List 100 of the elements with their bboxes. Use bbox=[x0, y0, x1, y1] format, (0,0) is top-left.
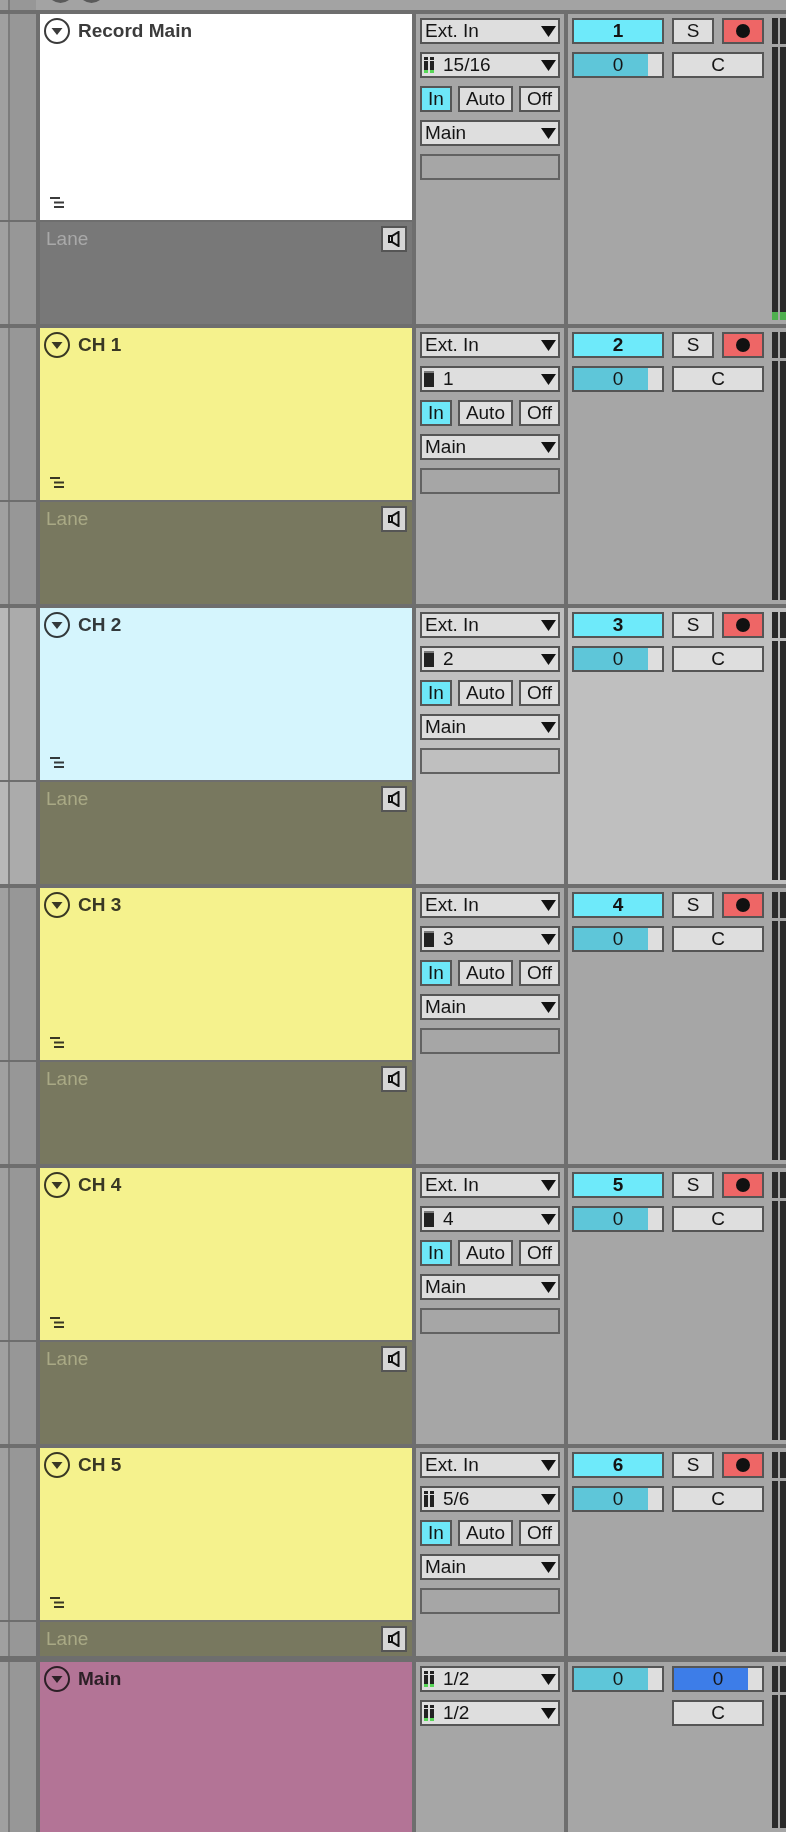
speaker-button[interactable] bbox=[381, 226, 407, 252]
pan-control[interactable]: C bbox=[672, 366, 764, 392]
record-dot-icon bbox=[736, 1458, 750, 1472]
routing-dropdown[interactable]: 15/16 bbox=[420, 52, 560, 78]
track-header[interactable]: Main bbox=[40, 1662, 412, 1832]
monitor-button[interactable]: Auto bbox=[457, 86, 513, 112]
routing-field[interactable] bbox=[420, 468, 560, 494]
monitor-button[interactable]: In bbox=[420, 400, 452, 426]
monitor-button[interactable]: In bbox=[420, 1240, 452, 1266]
solo-button[interactable]: S bbox=[672, 332, 714, 358]
track-header[interactable]: CH 4 bbox=[40, 1168, 412, 1340]
track-activator-button[interactable]: 3 bbox=[572, 612, 664, 638]
routing-dropdown[interactable]: Main bbox=[420, 1554, 560, 1580]
list-icon[interactable] bbox=[50, 197, 64, 208]
volume-slider[interactable]: 0 bbox=[572, 366, 664, 392]
routing-dropdown[interactable]: 1/2 bbox=[420, 1700, 560, 1726]
monitor-button[interactable]: Auto bbox=[457, 680, 513, 706]
record-arm-button[interactable] bbox=[722, 18, 764, 44]
solo-button[interactable]: S bbox=[672, 1172, 714, 1198]
routing-dropdown[interactable]: 3 bbox=[420, 926, 560, 952]
track-header[interactable]: CH 1 bbox=[40, 328, 412, 500]
list-icon[interactable] bbox=[50, 477, 64, 488]
monitor-button[interactable]: Off bbox=[519, 1240, 560, 1266]
speaker-button[interactable] bbox=[381, 506, 407, 532]
list-icon[interactable] bbox=[50, 1037, 64, 1048]
solo-button[interactable]: S bbox=[672, 1452, 714, 1478]
speaker-button[interactable] bbox=[381, 1066, 407, 1092]
track-activator-button[interactable]: 4 bbox=[572, 892, 664, 918]
record-arm-button[interactable] bbox=[722, 1452, 764, 1478]
record-arm-button[interactable] bbox=[722, 612, 764, 638]
routing-field[interactable] bbox=[420, 1308, 560, 1334]
routing-dropdown[interactable]: Main bbox=[420, 994, 560, 1020]
track-activator-button[interactable]: 5 bbox=[572, 1172, 664, 1198]
pan-control[interactable]: C bbox=[672, 646, 764, 672]
monitor-button[interactable]: Off bbox=[519, 86, 560, 112]
routing-field[interactable] bbox=[420, 1028, 560, 1054]
speaker-button[interactable] bbox=[381, 1626, 407, 1652]
pan-control[interactable]: C bbox=[672, 1486, 764, 1512]
routing-dropdown[interactable]: Main bbox=[420, 1274, 560, 1300]
routing-dropdown[interactable]: Ext. In bbox=[420, 612, 560, 638]
monitor-button[interactable]: In bbox=[420, 86, 452, 112]
routing-dropdown[interactable]: Ext. In bbox=[420, 1172, 560, 1198]
routing-dropdown[interactable]: Ext. In bbox=[420, 892, 560, 918]
pan-control[interactable]: C bbox=[672, 1206, 764, 1232]
monitor-button[interactable]: In bbox=[420, 960, 452, 986]
monitor-button[interactable]: Off bbox=[519, 960, 560, 986]
track-activator-button[interactable]: 1 bbox=[572, 18, 664, 44]
monitor-button[interactable]: Off bbox=[519, 1520, 560, 1546]
record-arm-button[interactable] bbox=[722, 1172, 764, 1198]
volume-slider[interactable]: 0 bbox=[572, 52, 664, 78]
solo-button[interactable]: S bbox=[672, 612, 714, 638]
routing-dropdown[interactable]: 1/2 bbox=[420, 1666, 560, 1692]
record-arm-button[interactable] bbox=[722, 892, 764, 918]
speaker-button[interactable] bbox=[381, 786, 407, 812]
routing-field[interactable] bbox=[420, 154, 560, 180]
volume-slider[interactable]: 0 bbox=[572, 1486, 664, 1512]
routing-dropdown[interactable]: 5/6 bbox=[420, 1486, 560, 1512]
caret-icon bbox=[541, 1459, 556, 1471]
track-header[interactable]: CH 3 bbox=[40, 888, 412, 1060]
monitor-button[interactable]: In bbox=[420, 680, 452, 706]
volume-slider[interactable]: 0 bbox=[572, 926, 664, 952]
speaker-button[interactable] bbox=[381, 1346, 407, 1372]
solo-button[interactable]: S bbox=[672, 892, 714, 918]
track-activator-button[interactable]: 6 bbox=[572, 1452, 664, 1478]
monitor-button[interactable]: Off bbox=[519, 680, 560, 706]
routing-dropdown[interactable]: 4 bbox=[420, 1206, 560, 1232]
routing-dropdown[interactable]: Main bbox=[420, 714, 560, 740]
monitor-button[interactable]: Auto bbox=[457, 1240, 513, 1266]
track-header[interactable]: Record Main bbox=[40, 14, 412, 220]
track-header[interactable]: CH 2 bbox=[40, 608, 412, 780]
track-activator-button[interactable]: 2 bbox=[572, 332, 664, 358]
pan-control[interactable]: C bbox=[672, 1700, 764, 1726]
record-dot-icon bbox=[736, 1178, 750, 1192]
solo-button[interactable]: S bbox=[672, 18, 714, 44]
pan-control[interactable]: C bbox=[672, 52, 764, 78]
volume-slider[interactable]: 0 bbox=[572, 1206, 664, 1232]
routing-dropdown[interactable]: 1 bbox=[420, 366, 560, 392]
track-header[interactable]: CH 5 bbox=[40, 1448, 412, 1620]
list-icon[interactable] bbox=[50, 757, 64, 768]
monitor-button[interactable]: Auto bbox=[457, 1520, 513, 1546]
routing-dropdown[interactable]: Ext. In bbox=[420, 332, 560, 358]
volume-slider[interactable]: 0 bbox=[572, 646, 664, 672]
routing-field[interactable] bbox=[420, 1588, 560, 1614]
routing-field[interactable] bbox=[420, 748, 560, 774]
volume-slider[interactable]: 0 bbox=[572, 1666, 664, 1692]
list-icon[interactable] bbox=[50, 1317, 64, 1328]
list-icon[interactable] bbox=[50, 1597, 64, 1608]
record-arm-button[interactable] bbox=[722, 332, 764, 358]
routing-dropdown[interactable]: Ext. In bbox=[420, 1452, 560, 1478]
record-dot-icon bbox=[736, 24, 750, 38]
routing-dropdown[interactable]: Ext. In bbox=[420, 18, 560, 44]
routing-dropdown[interactable]: Main bbox=[420, 434, 560, 460]
monitor-button[interactable]: Auto bbox=[457, 960, 513, 986]
monitor-button[interactable]: In bbox=[420, 1520, 452, 1546]
routing-dropdown[interactable]: 2 bbox=[420, 646, 560, 672]
monitor-button[interactable]: Off bbox=[519, 400, 560, 426]
monitor-button[interactable]: Auto bbox=[457, 400, 513, 426]
cue-volume-slider[interactable]: 0 bbox=[672, 1666, 764, 1692]
pan-control[interactable]: C bbox=[672, 926, 764, 952]
routing-dropdown[interactable]: Main bbox=[420, 120, 560, 146]
